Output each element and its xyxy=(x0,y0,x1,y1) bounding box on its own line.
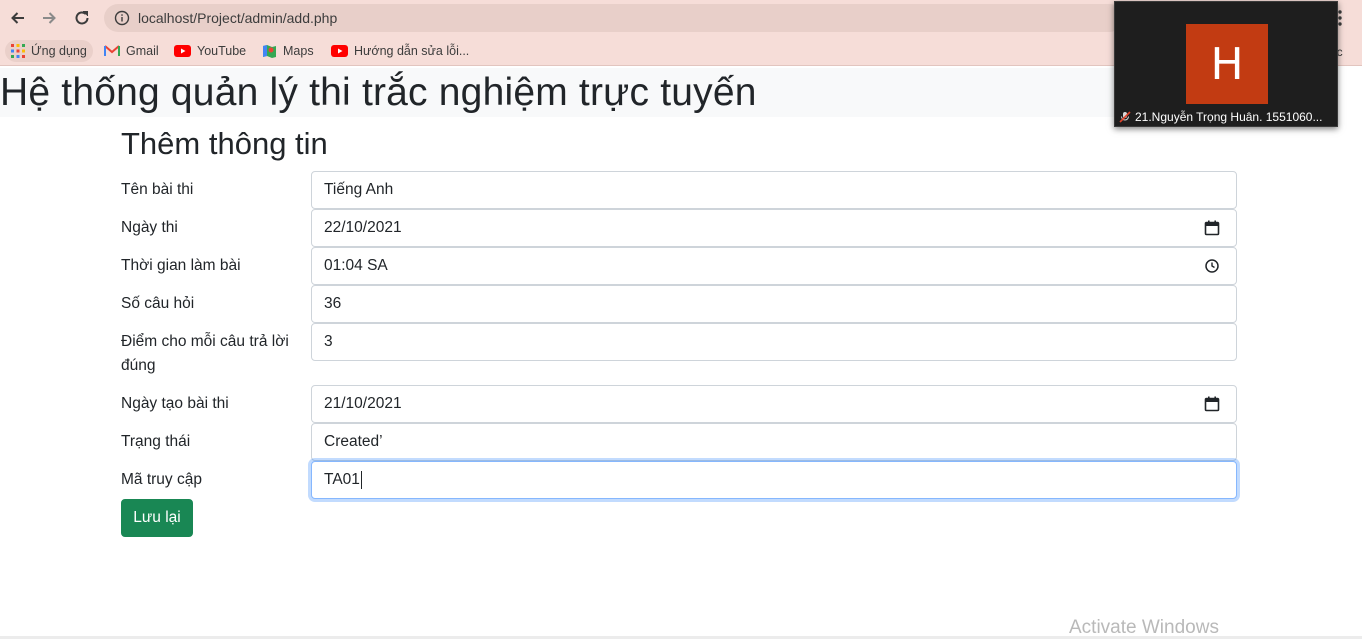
section-title: Thêm thông tin xyxy=(121,126,328,161)
reload-button[interactable] xyxy=(71,7,93,29)
access-code-input[interactable]: TA01 xyxy=(311,461,1237,499)
arrow-left-icon xyxy=(11,12,24,24)
back-button[interactable] xyxy=(7,7,29,29)
page-title: Hệ thống quản lý thi trắc nghiệm trực tu… xyxy=(0,71,757,114)
status-label: Trạng thái xyxy=(121,433,191,450)
bookmark-maps[interactable]: Maps xyxy=(256,40,320,62)
input-value: Created’ xyxy=(324,433,383,450)
bookmark-label: YouTube xyxy=(197,44,247,58)
maps-icon xyxy=(263,44,276,58)
exam-date-input[interactable]: 22/10/2021 xyxy=(311,209,1237,247)
mic-muted-icon xyxy=(1119,111,1131,123)
avatar: H xyxy=(1186,24,1268,104)
bookmark-apps[interactable]: Ứng dụng xyxy=(5,40,93,62)
bookmark-gmail[interactable]: Gmail xyxy=(98,40,165,62)
input-value: 01:04 SA xyxy=(324,257,388,274)
calendar-icon[interactable] xyxy=(1204,220,1220,236)
bookmark-label: Ứng dụng xyxy=(31,44,87,58)
forward-button[interactable] xyxy=(38,7,60,29)
bookmark-label: Hướng dẫn sửa lỗi... xyxy=(354,44,470,58)
calendar-icon[interactable] xyxy=(1204,396,1220,412)
status-input[interactable]: Created’ xyxy=(311,423,1237,461)
bookmark-youtube[interactable]: YouTube xyxy=(168,40,252,62)
video-call-tile[interactable]: H 21.Nguyễn Trọng Huân. 1551060... xyxy=(1114,1,1338,127)
input-value: Tiếng Anh xyxy=(324,181,394,198)
input-value: 3 xyxy=(324,333,333,350)
page-header: Hệ thống quản lý thi trắc nghiệm trực tu… xyxy=(0,68,1115,117)
arrow-right-icon xyxy=(43,12,56,24)
input-value: 22/10/2021 xyxy=(324,219,402,236)
bookmark-youtube-guide[interactable]: Hướng dẫn sửa lỗi... xyxy=(325,40,475,62)
exam-name-input[interactable]: Tiếng Anh xyxy=(311,171,1237,209)
youtube-icon xyxy=(174,45,191,57)
exam-date-label: Ngày thi xyxy=(121,219,178,236)
created-date-label: Ngày tạo bài thi xyxy=(121,395,229,412)
bookmark-label: Gmail xyxy=(126,44,159,58)
points-per-answer-input[interactable]: 3 xyxy=(311,323,1237,361)
question-count-label: Số câu hỏi xyxy=(121,295,195,312)
access-code-label: Mã truy cập xyxy=(121,471,202,488)
reload-icon xyxy=(75,11,89,25)
text-caret xyxy=(360,471,362,489)
duration-input[interactable]: 01:04 SA xyxy=(311,247,1237,285)
duration-label: Thời gian làm bài xyxy=(121,257,241,274)
save-button[interactable]: Lưu lại xyxy=(121,499,193,537)
address-bar[interactable]: localhost/Project/admin/add.php xyxy=(104,4,1124,32)
input-value: TA01 xyxy=(324,471,360,488)
clock-icon[interactable] xyxy=(1204,258,1220,274)
participant-name: 21.Nguyễn Trọng Huân. 1551060... xyxy=(1135,110,1323,124)
points-per-answer-label: Điểm cho mỗi câu trả lời đúng xyxy=(121,333,289,374)
youtube-icon xyxy=(331,45,348,57)
bookmark-label: Maps xyxy=(283,44,314,58)
input-value: 36 xyxy=(324,295,342,312)
question-count-input[interactable]: 36 xyxy=(311,285,1237,323)
info-icon[interactable] xyxy=(114,10,130,26)
created-date-input[interactable]: 21/10/2021 xyxy=(311,385,1237,423)
url-text[interactable]: localhost/Project/admin/add.php xyxy=(138,10,337,26)
input-value: 21/10/2021 xyxy=(324,395,402,412)
exam-name-label: Tên bài thi xyxy=(121,181,194,198)
participant-name-bar: 21.Nguyễn Trọng Huân. 1551060... xyxy=(1119,110,1322,124)
gmail-icon xyxy=(104,45,120,56)
apps-grid-icon xyxy=(11,44,25,58)
